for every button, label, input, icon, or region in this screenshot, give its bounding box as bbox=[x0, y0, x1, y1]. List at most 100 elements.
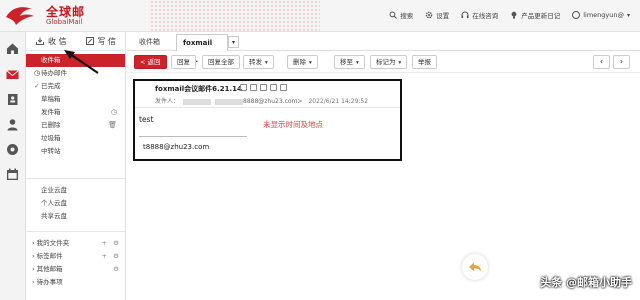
folder-sidebar: 收 信 写 信 收件箱 ◷ 待办邮件 ✓ 已完成 草稿箱 发件箱 ◷ 已删除 🗑 垃圾箱… bbox=[26, 32, 126, 300]
folder-transfer[interactable]: 中转站 bbox=[26, 145, 125, 158]
message-date: 2022/6/21 14:29:52 bbox=[308, 98, 369, 105]
search-icon bbox=[389, 11, 398, 19]
contacts-icon[interactable] bbox=[6, 93, 19, 106]
group-label: 我的文件夹 bbox=[36, 239, 70, 247]
chevron-right-icon: › bbox=[619, 57, 624, 66]
receive-button[interactable]: 收 信 bbox=[26, 36, 76, 47]
nav-support-label: 在线咨询 bbox=[472, 12, 499, 20]
folder-inbox[interactable]: 收件箱 bbox=[26, 54, 125, 67]
folder-spam[interactable]: 垃圾箱 bbox=[26, 132, 125, 145]
nav-updates[interactable]: 产品更新日记 bbox=[510, 10, 560, 20]
delete-button[interactable]: 删除 ▾ bbox=[287, 55, 318, 69]
reply-button[interactable]: 回复 bbox=[171, 55, 196, 69]
add-icon[interactable]: + bbox=[102, 250, 107, 263]
flag-icon[interactable] bbox=[250, 84, 257, 91]
folder-done[interactable]: ✓ 已完成 bbox=[26, 80, 125, 93]
folder-deleted[interactable]: 已删除 🗑 bbox=[26, 119, 125, 132]
cloud-enterprise[interactable]: 企业云盘 bbox=[26, 184, 125, 197]
gear-icon[interactable]: ⚙ bbox=[113, 250, 119, 263]
nav-settings[interactable]: 设置 bbox=[425, 10, 449, 20]
back-button[interactable]: < 返回 bbox=[134, 55, 167, 69]
chevron-down-icon: ▾ bbox=[309, 60, 312, 66]
chevron-down-icon: ▾ bbox=[356, 60, 359, 66]
group-my-folders[interactable]: › 我的文件夹 + ⚙ bbox=[26, 237, 125, 250]
redacted-sender-name bbox=[183, 98, 212, 105]
mail-icon[interactable] bbox=[6, 68, 19, 81]
home-icon[interactable] bbox=[6, 42, 19, 55]
user-icon bbox=[572, 11, 581, 19]
chevron-down-icon: ▾ bbox=[231, 39, 235, 46]
group-tags[interactable]: › 标签邮件 + ⚙ bbox=[26, 250, 125, 263]
folder-label: 发件箱 bbox=[41, 108, 61, 116]
check-icon: ✓ bbox=[34, 82, 40, 90]
nav-updates-label: 产品更新日记 bbox=[521, 12, 561, 20]
reply-all-button[interactable]: 回复全部 bbox=[202, 55, 240, 69]
watermark: 头条 @邮箱小助手 bbox=[540, 276, 632, 289]
gear-icon[interactable]: ⚙ bbox=[113, 263, 119, 276]
compose-button[interactable]: 写 信 bbox=[76, 36, 126, 47]
top-nav: 搜索 设置 在线咨询 产品更新日记 limengyun@ ▾ bbox=[389, 10, 630, 20]
cloud-personal[interactable]: 个人云盘 bbox=[26, 197, 125, 210]
sender-address[interactable]: 8888@zhu23.com> bbox=[243, 98, 302, 105]
quick-reply-button[interactable] bbox=[462, 254, 488, 280]
folder-todo[interactable]: ◷ 待办邮件 bbox=[26, 67, 125, 80]
tab-menu-button[interactable]: ▾ bbox=[228, 36, 239, 48]
open-window-icon[interactable] bbox=[270, 84, 277, 91]
folder-label: 已删除 bbox=[41, 121, 61, 129]
folder-drafts[interactable]: 草稿箱 bbox=[26, 93, 125, 106]
group-other[interactable]: › 其他邮箱 ⚙ bbox=[26, 263, 125, 276]
nav-support[interactable]: 在线咨询 bbox=[461, 10, 498, 20]
gear-icon[interactable]: ⚙ bbox=[113, 237, 119, 250]
calendar-icon[interactable] bbox=[6, 168, 19, 181]
compose-label: 写 信 bbox=[97, 36, 117, 46]
clock-icon: ◷ bbox=[34, 69, 41, 77]
prev-message-button[interactable]: ‹ bbox=[593, 55, 610, 69]
nav-search[interactable]: 搜索 bbox=[389, 10, 413, 20]
app-rail bbox=[0, 32, 26, 300]
mark-button[interactable]: 标记为 ▾ bbox=[370, 55, 408, 69]
apps-icon[interactable] bbox=[6, 143, 19, 156]
chevron-left-icon: ‹ bbox=[599, 57, 604, 66]
next-message-button[interactable]: › bbox=[613, 55, 630, 69]
clock-icon[interactable] bbox=[240, 84, 247, 91]
clock-icon[interactable]: ◷ bbox=[111, 106, 117, 119]
folder-label: 已完成 bbox=[41, 82, 61, 90]
divider bbox=[26, 231, 125, 232]
folder-label: 草稿箱 bbox=[41, 95, 61, 103]
message-view: foxmail会议邮件6.21.14 发件人： 8888@zhu23.com> 20… bbox=[133, 79, 402, 161]
forward-button[interactable]: 转发 ▾ bbox=[243, 55, 274, 69]
add-icon[interactable]: + bbox=[102, 237, 107, 250]
header-decoration bbox=[150, 0, 320, 31]
compose-row: 收 信 写 信 bbox=[26, 32, 125, 51]
group-todo[interactable]: › 待办事项 bbox=[26, 276, 125, 289]
user-menu[interactable]: limengyun@ ▾ bbox=[572, 11, 630, 19]
signature-divider bbox=[139, 136, 247, 137]
sender-label: 发件人： bbox=[155, 98, 180, 105]
nav-settings-label: 设置 bbox=[436, 12, 450, 20]
sender-line: 发件人： 8888@zhu23.com> 2022/6/21 14:29:52 bbox=[155, 96, 368, 105]
print-icon[interactable] bbox=[260, 84, 267, 91]
move-button[interactable]: 移至 ▾ bbox=[334, 55, 365, 69]
bulb-icon bbox=[511, 11, 517, 19]
cloud-shared[interactable]: 共享云盘 bbox=[26, 210, 125, 223]
divider bbox=[135, 107, 400, 108]
tab-inbox[interactable]: 收件箱 bbox=[133, 34, 166, 51]
person-icon[interactable] bbox=[6, 118, 19, 131]
more-icon[interactable] bbox=[280, 84, 287, 91]
folder-sent[interactable]: 发件箱 ◷ bbox=[26, 106, 125, 119]
cloud-label: 企业云盘 bbox=[41, 186, 67, 194]
annotation-note: 未显示时间及地点 bbox=[263, 120, 323, 129]
app-header: 全球邮 GlobalMail 搜索 设置 在线咨询 产品更新日记 limengy… bbox=[0, 0, 640, 32]
chevron-down-icon: ▾ bbox=[265, 60, 268, 66]
cloud-label: 共享云盘 bbox=[41, 212, 67, 220]
message-signature: t8888@zhu23.com bbox=[143, 143, 210, 151]
subject-actions bbox=[240, 84, 287, 91]
edit-icon bbox=[85, 37, 94, 45]
cloud-label: 个人云盘 bbox=[41, 199, 67, 207]
move-label: 移至 bbox=[340, 58, 353, 66]
tab-current-message[interactable]: foxmail会... bbox=[176, 34, 228, 64]
message-body-text: test bbox=[139, 115, 154, 124]
report-button[interactable]: 举报 bbox=[412, 55, 437, 69]
trash-icon[interactable]: 🗑 bbox=[108, 119, 117, 132]
gear-icon bbox=[425, 11, 433, 19]
